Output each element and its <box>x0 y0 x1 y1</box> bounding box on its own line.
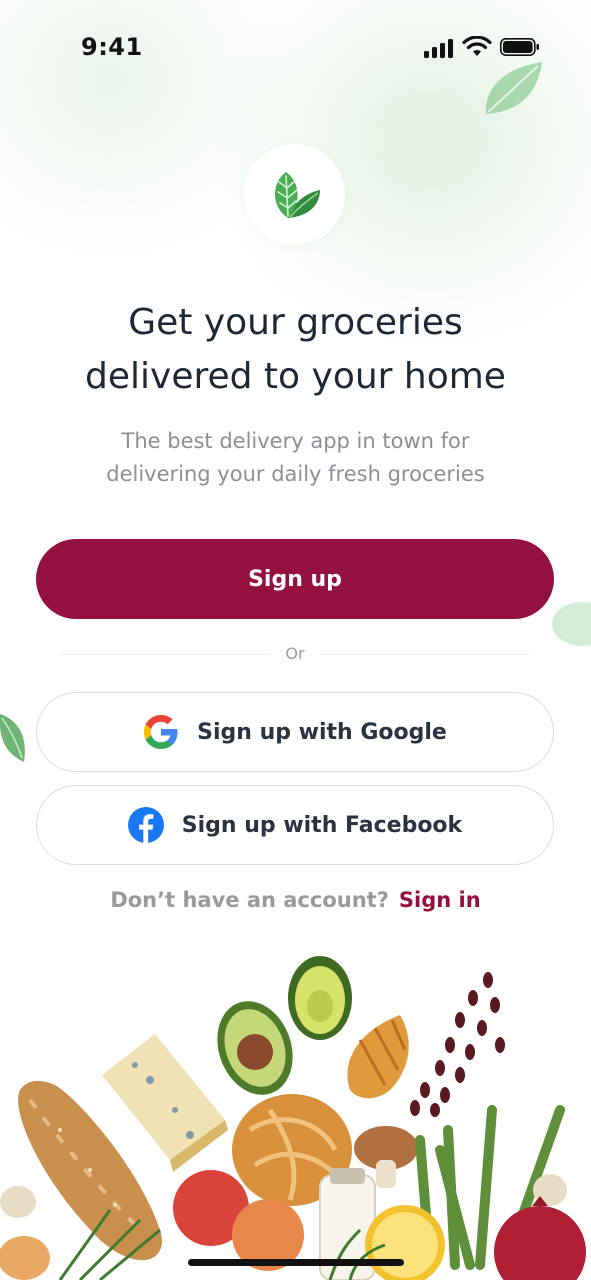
wifi-icon <box>462 36 492 56</box>
divider-right <box>320 654 530 655</box>
welcome-screen: 9:41 Get your groceries delivered to you… <box>0 0 591 1280</box>
decorative-leaf-icon <box>0 714 25 762</box>
sign-in-prompt: Don’t have an account? <box>110 888 389 912</box>
headline-line-1: Get your groceries <box>128 302 463 343</box>
lemon-slice-image <box>365 1205 445 1280</box>
sign-up-button[interactable]: Sign up <box>36 539 554 619</box>
decorative-leaf-icon <box>485 62 542 114</box>
sign-in-row: Don’t have an account? Sign in <box>0 888 591 912</box>
subtitle-line-1: The best delivery app in town for <box>121 429 470 453</box>
page-title: Get your groceries delivered to your hom… <box>0 296 591 404</box>
croissant-image <box>347 1015 409 1099</box>
groceries-illustration <box>0 956 586 1280</box>
battery-icon <box>500 38 539 56</box>
kidney-beans-image <box>410 972 505 1117</box>
subtitle-line-2: delivering your daily fresh groceries <box>106 462 485 486</box>
sign-up-button-label: Sign up <box>248 566 342 592</box>
app-logo <box>244 144 345 245</box>
facebook-icon <box>127 807 164 843</box>
sign-up-google-button[interactable]: Sign up with Google <box>36 692 554 772</box>
blue-cheese-image <box>102 1034 228 1172</box>
facebook-button-label: Sign up with Facebook <box>181 812 463 838</box>
home-indicator[interactable] <box>188 1259 404 1266</box>
avocado-image <box>217 956 352 1095</box>
google-button-label: Sign up with Google <box>197 719 447 745</box>
egg-image <box>0 1236 50 1280</box>
page-subtitle: The best delivery app in town for delive… <box>0 425 591 491</box>
google-icon <box>143 714 179 750</box>
headline-line-2: delivered to your home <box>85 356 506 397</box>
status-time: 9:41 <box>81 33 143 61</box>
sign-up-facebook-button[interactable]: Sign up with Facebook <box>36 785 554 865</box>
divider-or-label: Or <box>285 644 305 663</box>
signal-icon <box>424 38 454 58</box>
decorative-leaf-icon <box>552 602 591 646</box>
pomegranate-image <box>494 1196 586 1280</box>
quail-egg-image <box>0 1186 36 1218</box>
leaf-logo-icon <box>274 172 320 218</box>
sign-in-link[interactable]: Sign in <box>399 888 481 912</box>
divider-left <box>60 654 270 655</box>
